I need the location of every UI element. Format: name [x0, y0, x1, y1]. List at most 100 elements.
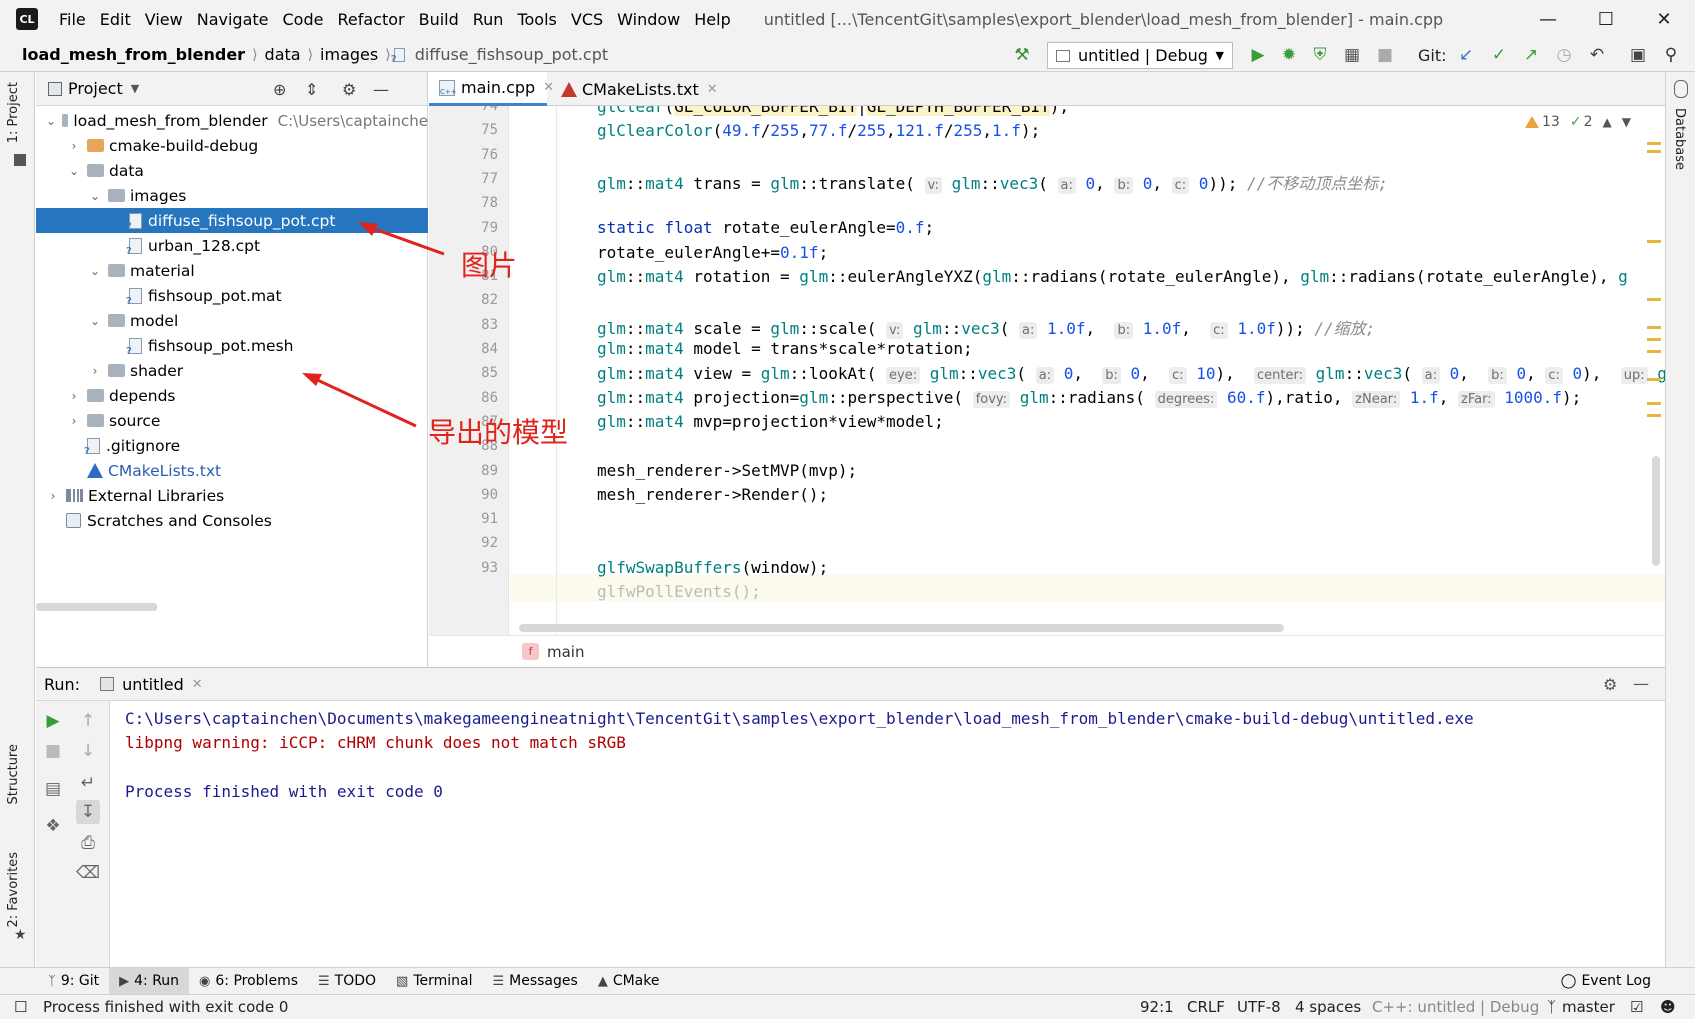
project-tool-tab[interactable]: 1: Project — [6, 82, 21, 143]
function-name[interactable]: main — [547, 643, 584, 661]
run-icon[interactable]: ▶ — [1248, 45, 1268, 65]
menu-view[interactable]: View — [138, 10, 190, 29]
indent-setting[interactable]: 4 spaces — [1295, 998, 1361, 1016]
chevron-right-icon[interactable]: › — [67, 139, 81, 153]
history-icon[interactable]: ◷ — [1554, 45, 1574, 65]
tool-tab-problems[interactable]: ◉ 6: Problems — [189, 968, 308, 995]
tree-item[interactable]: › source — [36, 408, 428, 433]
favorites-tool-tab[interactable]: 2: Favorites — [6, 852, 21, 928]
tab-main-cpp[interactable]: C++ main.cpp ✕ — [429, 72, 554, 106]
breadcrumb-project[interactable]: load_mesh_from_blender — [18, 45, 249, 64]
inspection-widget[interactable]: 13 ✓ 2 ▲ ▼ — [1525, 114, 1631, 130]
pin-icon[interactable]: ❖ — [43, 816, 63, 836]
chevron-up-icon[interactable]: ▲ — [1602, 115, 1611, 129]
chevron-down-icon[interactable]: ▼ — [1622, 115, 1631, 129]
line-separator[interactable]: CRLF — [1187, 998, 1225, 1016]
stop-icon[interactable]: ■ — [43, 741, 63, 761]
horizontal-scrollbar[interactable] — [36, 603, 157, 611]
lock-icon[interactable]: ☑ — [1630, 998, 1643, 1016]
hide-panel-icon[interactable]: — — [373, 80, 389, 99]
run-tab-untitled[interactable]: untitled ✕ — [100, 675, 203, 694]
chevron-right-icon[interactable]: › — [67, 414, 81, 428]
tree-item[interactable]: › shader — [36, 358, 428, 383]
warning-marker[interactable] — [1647, 350, 1661, 353]
trash-icon[interactable]: ⌫ — [76, 863, 100, 883]
run-console[interactable]: C:\Users\captainchen\Documents\makegamee… — [111, 701, 1665, 967]
tree-item[interactable]: urban_128.cpt — [36, 233, 428, 258]
breadcrumb-data[interactable]: data — [261, 45, 305, 64]
tree-item[interactable]: ⌄ material — [36, 258, 428, 283]
chevron-down-icon[interactable]: ⌄ — [88, 314, 102, 328]
tool-tab-cmake[interactable]: ▲ CMake — [588, 968, 670, 995]
chevron-right-icon[interactable]: › — [67, 389, 81, 403]
gear-icon[interactable]: ⚙ — [342, 80, 356, 99]
tree-item[interactable]: › External Libraries — [36, 483, 428, 508]
tree-item[interactable]: Scratches and Consoles — [36, 508, 428, 533]
tree-item[interactable]: ⌄ data — [36, 158, 428, 183]
menu-vcs[interactable]: VCS — [564, 10, 610, 29]
soft-wrap-icon[interactable]: ↵ — [78, 773, 98, 793]
menu-file[interactable]: File — [52, 10, 93, 29]
git-branch[interactable]: master — [1562, 998, 1615, 1016]
stop-icon[interactable]: ■ — [1375, 45, 1395, 65]
breadcrumb-file[interactable]: diffuse_fishsoup_pot.cpt — [411, 45, 612, 64]
minimize-icon[interactable]: — — [1519, 0, 1577, 38]
warning-marker[interactable] — [1647, 378, 1661, 381]
inspector-icon[interactable]: ☻ — [1660, 998, 1676, 1016]
structure-tool-tab[interactable]: Structure — [6, 744, 21, 804]
breadcrumb-images[interactable]: images — [316, 45, 382, 64]
locate-icon[interactable]: ⊕ — [273, 80, 286, 99]
search-icon[interactable]: ⚲ — [1661, 45, 1681, 65]
tree-item[interactable]: fishsoup_pot.mat — [36, 283, 428, 308]
chevron-down-icon[interactable]: ⌄ — [67, 164, 81, 178]
print-icon[interactable]: ⎙ — [78, 833, 98, 853]
menu-code[interactable]: Code — [276, 10, 331, 29]
status-toggle-icon[interactable]: ☐ — [14, 998, 27, 1016]
warning-marker[interactable] — [1647, 338, 1661, 341]
tree-item[interactable]: CMakeLists.txt — [36, 458, 428, 483]
project-panel-title[interactable]: Project — [68, 79, 123, 98]
tree-item[interactable]: fishsoup_pot.mesh — [36, 333, 428, 358]
close-icon[interactable]: ✕ — [1635, 0, 1693, 38]
chevron-down-icon[interactable]: ⌄ — [88, 189, 102, 203]
rerun-icon[interactable]: ▶ — [43, 711, 63, 731]
tree-item[interactable]: › depends — [36, 383, 428, 408]
profile-icon[interactable]: ▦ — [1342, 45, 1362, 65]
tree-item[interactable]: ⌄ load_mesh_from_blender C:\Users\captainc… — [36, 108, 428, 133]
menu-help[interactable]: Help — [687, 10, 737, 29]
tree-item[interactable]: diffuse_fishsoup_pot.cpt — [36, 208, 428, 233]
chevron-down-icon[interactable]: ⌄ — [46, 114, 56, 128]
tree-item[interactable]: ⌄ images — [36, 183, 428, 208]
tree-item[interactable]: .gitignore — [36, 433, 428, 458]
menu-edit[interactable]: Edit — [93, 10, 138, 29]
event-log-tab[interactable]: ◯ Event Log — [1561, 973, 1651, 989]
menu-navigate[interactable]: Navigate — [190, 10, 276, 29]
warning-marker[interactable] — [1647, 150, 1661, 153]
tree-item[interactable]: › cmake-build-debug — [36, 133, 428, 158]
collapse-all-icon[interactable]: ⇕ — [305, 80, 318, 99]
warning-marker[interactable] — [1647, 414, 1661, 417]
gear-icon[interactable]: ⚙ — [1603, 675, 1617, 694]
close-tab-icon[interactable]: ✕ — [192, 677, 203, 692]
database-tool-tab[interactable]: Database — [1672, 108, 1687, 170]
scroll-to-end-icon[interactable]: ↧ — [76, 800, 100, 824]
warning-marker[interactable] — [1647, 142, 1661, 145]
debug-icon[interactable]: ✹ — [1279, 45, 1299, 65]
tree-item[interactable]: ⌄ model — [36, 308, 428, 333]
menu-window[interactable]: Window — [610, 10, 687, 29]
code-editor[interactable]: 74 75 76 77 78 79 80 81 82 83 84 85 86 87 88 89 90 91 92 93… — [429, 106, 1665, 635]
git-update-icon[interactable]: ↙ — [1456, 45, 1476, 65]
tool-tab-todo[interactable]: ☰ TODO — [308, 968, 386, 995]
tool-tab-run[interactable]: ▶ 4: Run — [109, 967, 190, 995]
chevron-down-icon[interactable]: ▼ — [131, 82, 139, 95]
warning-marker[interactable] — [1647, 402, 1661, 405]
close-tab-icon[interactable]: ✕ — [707, 82, 718, 97]
build-hammer-icon[interactable]: ⚒ — [1012, 45, 1032, 65]
tool-tab-messages[interactable]: ☰ Messages — [483, 968, 588, 995]
resolve-context[interactable]: C++: untitled | Debug — [1372, 998, 1539, 1016]
warning-marker[interactable] — [1647, 240, 1661, 243]
menu-run[interactable]: Run — [466, 10, 511, 29]
arrow-down-icon[interactable]: ↓ — [78, 741, 98, 761]
git-commit-icon[interactable]: ✓ — [1489, 45, 1509, 65]
vertical-scrollbar[interactable] — [1652, 456, 1660, 566]
